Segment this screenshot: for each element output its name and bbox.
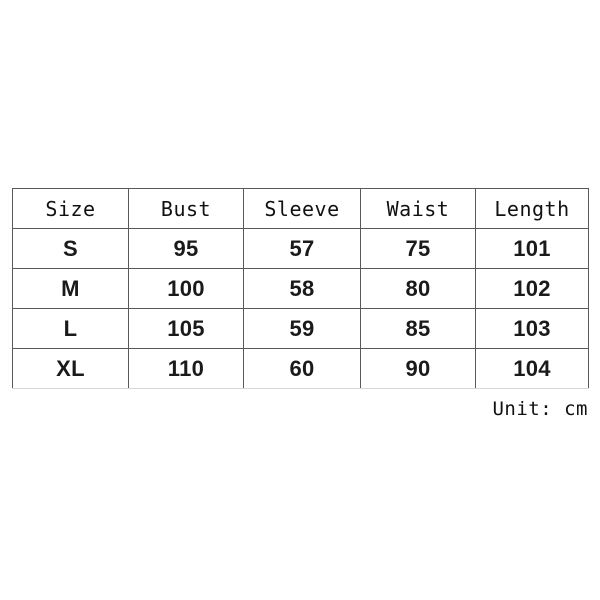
cell-sleeve: 57 (243, 228, 361, 269)
cell-length: 101 (475, 228, 589, 269)
column-header-sleeve: Sleeve (243, 188, 361, 229)
cell-sleeve: 58 (243, 268, 361, 309)
cell-waist: 75 (360, 228, 476, 269)
column-header-bust: Bust (128, 188, 244, 229)
cell-sleeve: 60 (243, 348, 361, 389)
cell-sleeve: 59 (243, 308, 361, 349)
cell-bust: 110 (128, 348, 244, 389)
cell-bust: 105 (128, 308, 244, 349)
size-table: Size Bust Sleeve Waist Length S 95 57 75… (12, 188, 589, 389)
table-row: L 105 59 85 103 (12, 308, 589, 349)
cell-length: 104 (475, 348, 589, 389)
table-row: S 95 57 75 101 (12, 228, 589, 269)
cell-waist: 80 (360, 268, 476, 309)
cell-size: S (12, 228, 129, 269)
cell-waist: 90 (360, 348, 476, 389)
cell-bust: 100 (128, 268, 244, 309)
table-body: S 95 57 75 101 M 100 58 80 102 L 105 59 … (12, 228, 589, 389)
size-chart: Size Bust Sleeve Waist Length S 95 57 75… (12, 188, 589, 389)
cell-length: 103 (475, 308, 589, 349)
table-header: Size Bust Sleeve Waist Length (12, 188, 589, 229)
cell-size: L (12, 308, 129, 349)
unit-note: Unit: cm (492, 398, 588, 420)
table-row: M 100 58 80 102 (12, 268, 589, 309)
cell-waist: 85 (360, 308, 476, 349)
column-header-size: Size (12, 188, 129, 229)
cell-bust: 95 (128, 228, 244, 269)
cell-length: 102 (475, 268, 589, 309)
column-header-length: Length (475, 188, 589, 229)
table-header-row: Size Bust Sleeve Waist Length (12, 188, 589, 229)
column-header-waist: Waist (360, 188, 476, 229)
cell-size: M (12, 268, 129, 309)
cell-size: XL (12, 348, 129, 389)
table-row: XL 110 60 90 104 (12, 348, 589, 389)
